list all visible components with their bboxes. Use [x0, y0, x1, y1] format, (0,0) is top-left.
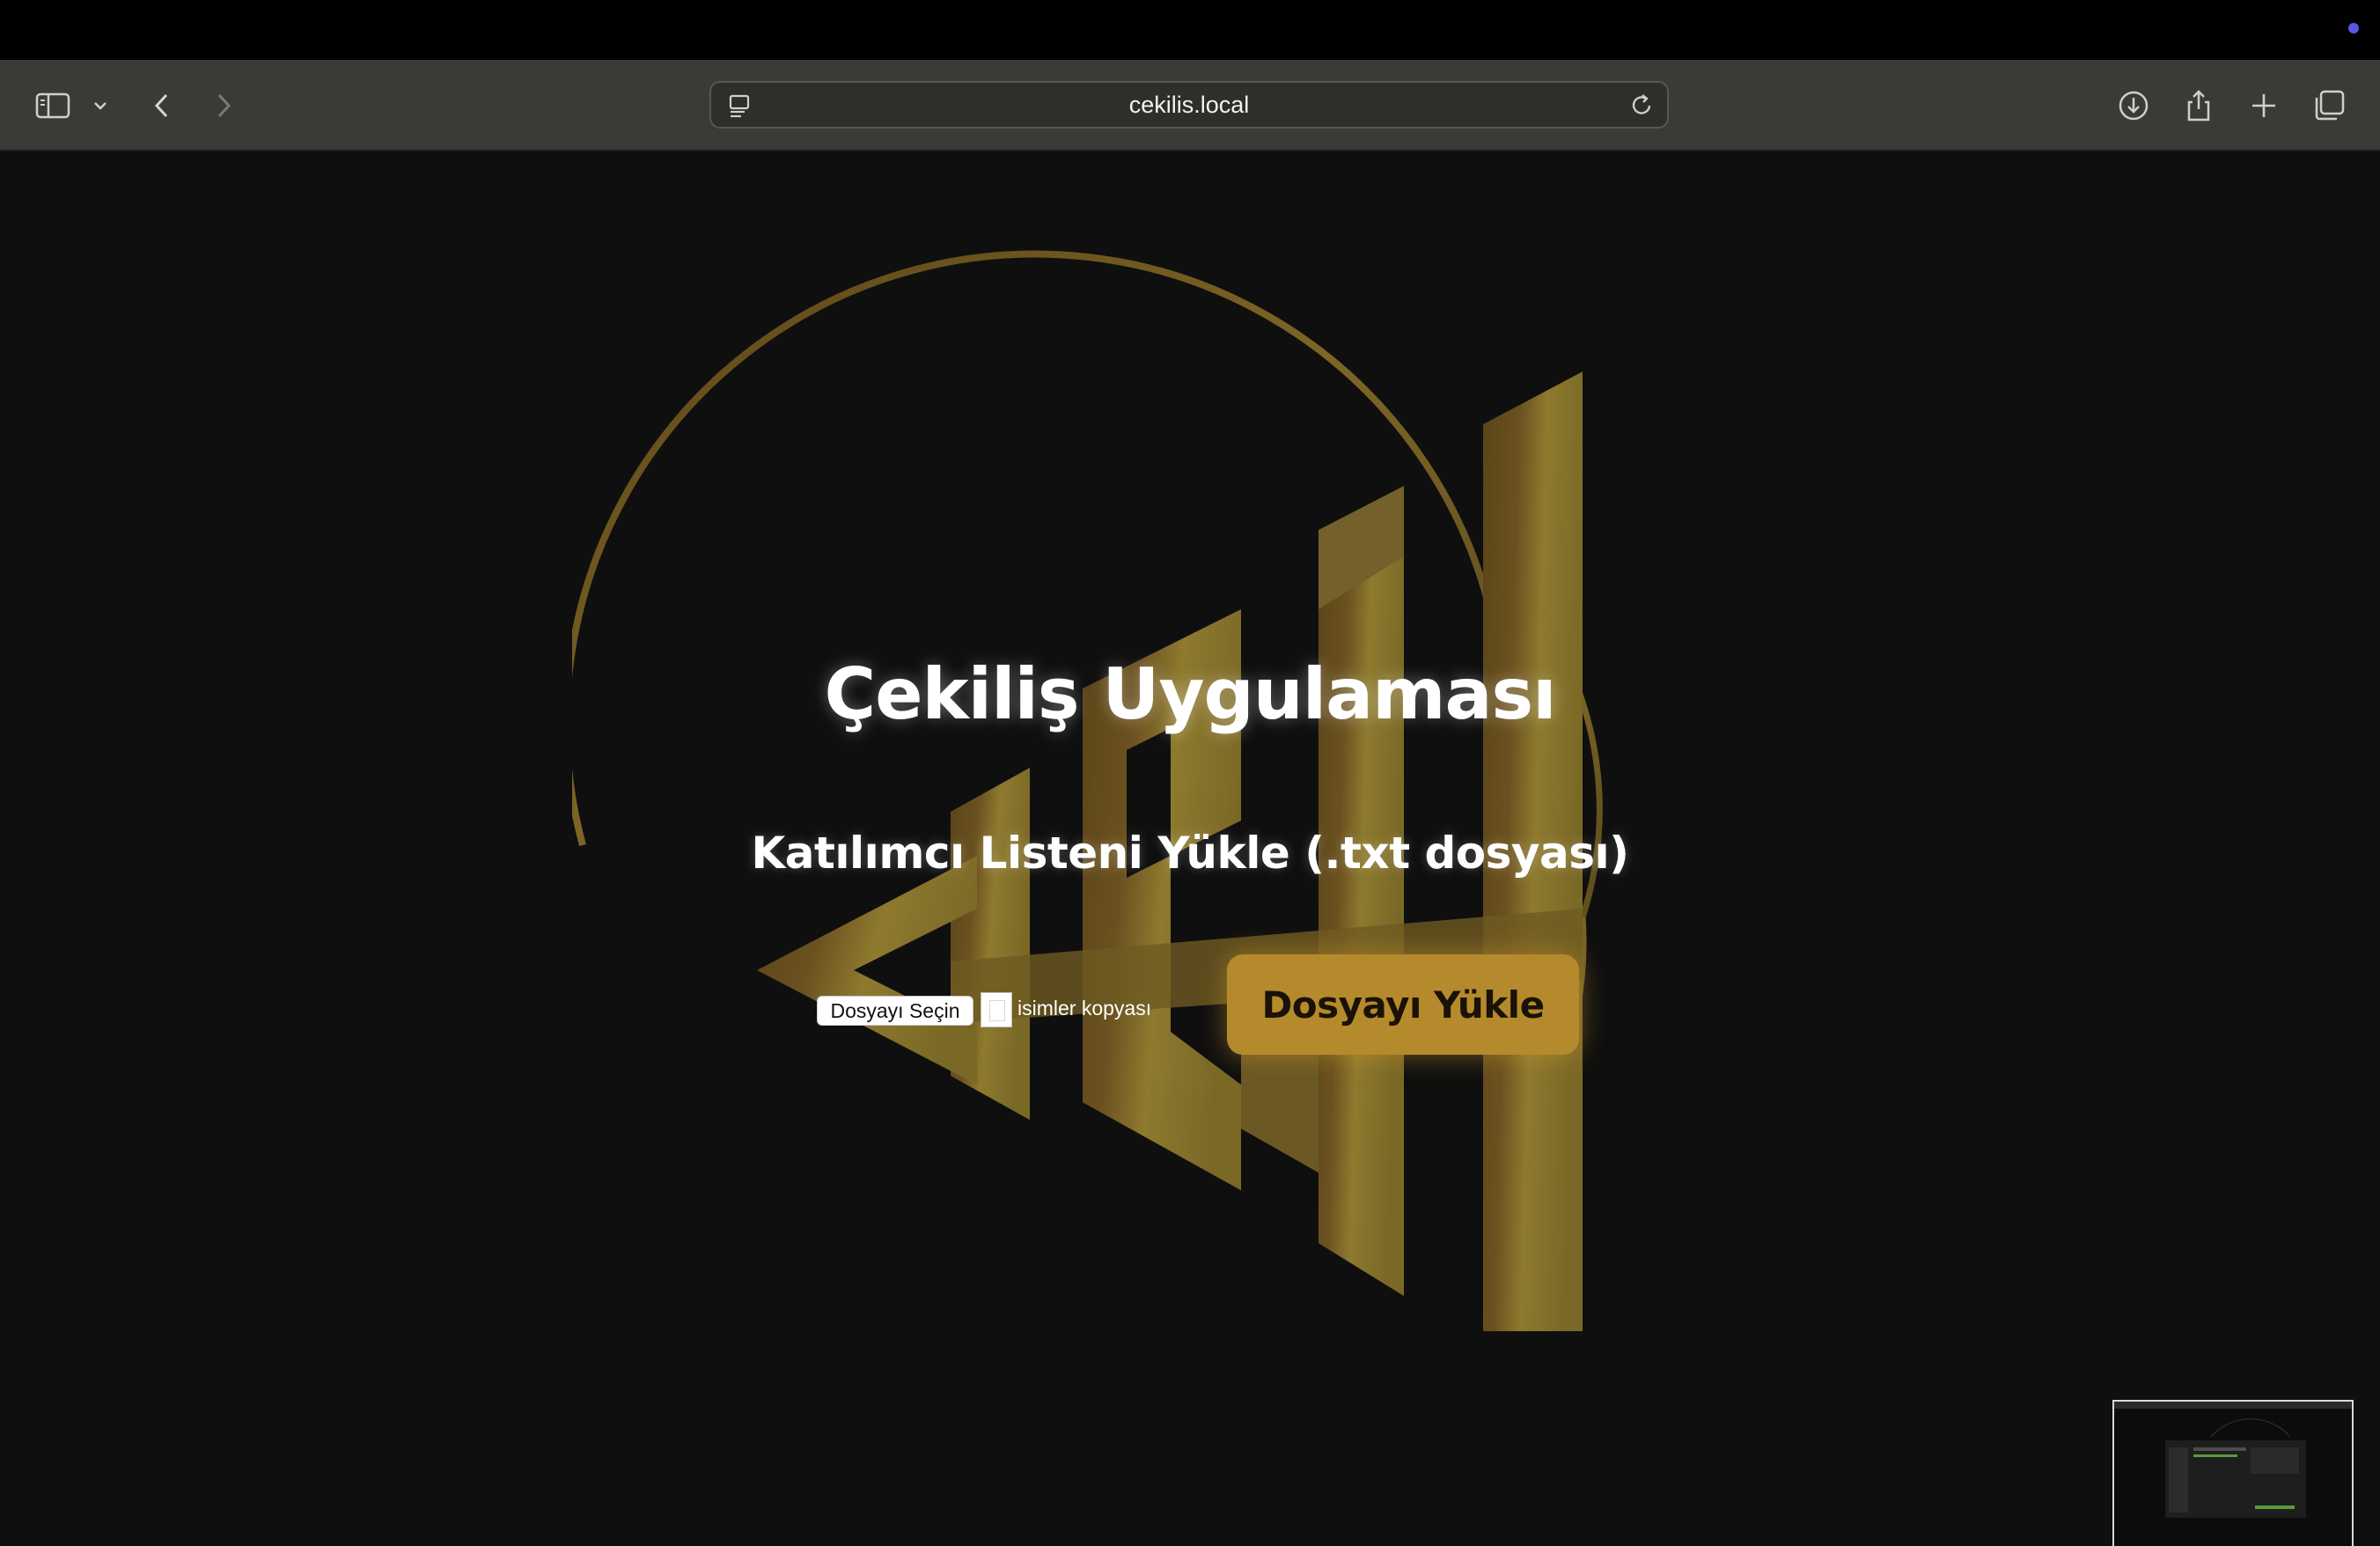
chevron-down-icon[interactable] — [83, 86, 118, 125]
status-dot — [2348, 23, 2359, 33]
address-bar[interactable]: cekilis.local — [709, 81, 1669, 129]
forward-icon[interactable] — [204, 86, 243, 125]
background-logo — [572, 250, 1603, 1331]
upload-heading: Katılımcı Listeni Yükle (.txt dosyası) — [751, 828, 1629, 879]
browser-toolbar: cekilis.local — [0, 60, 2380, 151]
url-text[interactable]: cekilis.local — [711, 83, 1667, 127]
reload-icon[interactable] — [1627, 90, 1658, 121]
picture-in-picture-thumbnail[interactable] — [2112, 1400, 2354, 1546]
share-icon[interactable] — [2179, 86, 2218, 125]
back-icon[interactable] — [143, 86, 181, 125]
sidebar-icon[interactable] — [33, 86, 72, 125]
system-menu-bar — [0, 0, 2380, 60]
plus-icon[interactable] — [2244, 86, 2283, 125]
choose-file-button[interactable]: Dosyayı Seçin — [817, 996, 973, 1026]
page-title: Çekiliş Uygulaması — [824, 653, 1556, 735]
selected-file-name: isimler kopyası — [1017, 997, 1152, 1020]
tabs-overview-icon[interactable] — [2310, 86, 2348, 125]
upload-file-button[interactable]: Dosyayı Yükle — [1227, 954, 1579, 1055]
file-icon — [981, 992, 1012, 1027]
download-icon[interactable] — [2114, 86, 2153, 125]
page-content: Çekiliş Uygulaması Katılımcı Listeni Yük… — [0, 151, 2380, 1546]
